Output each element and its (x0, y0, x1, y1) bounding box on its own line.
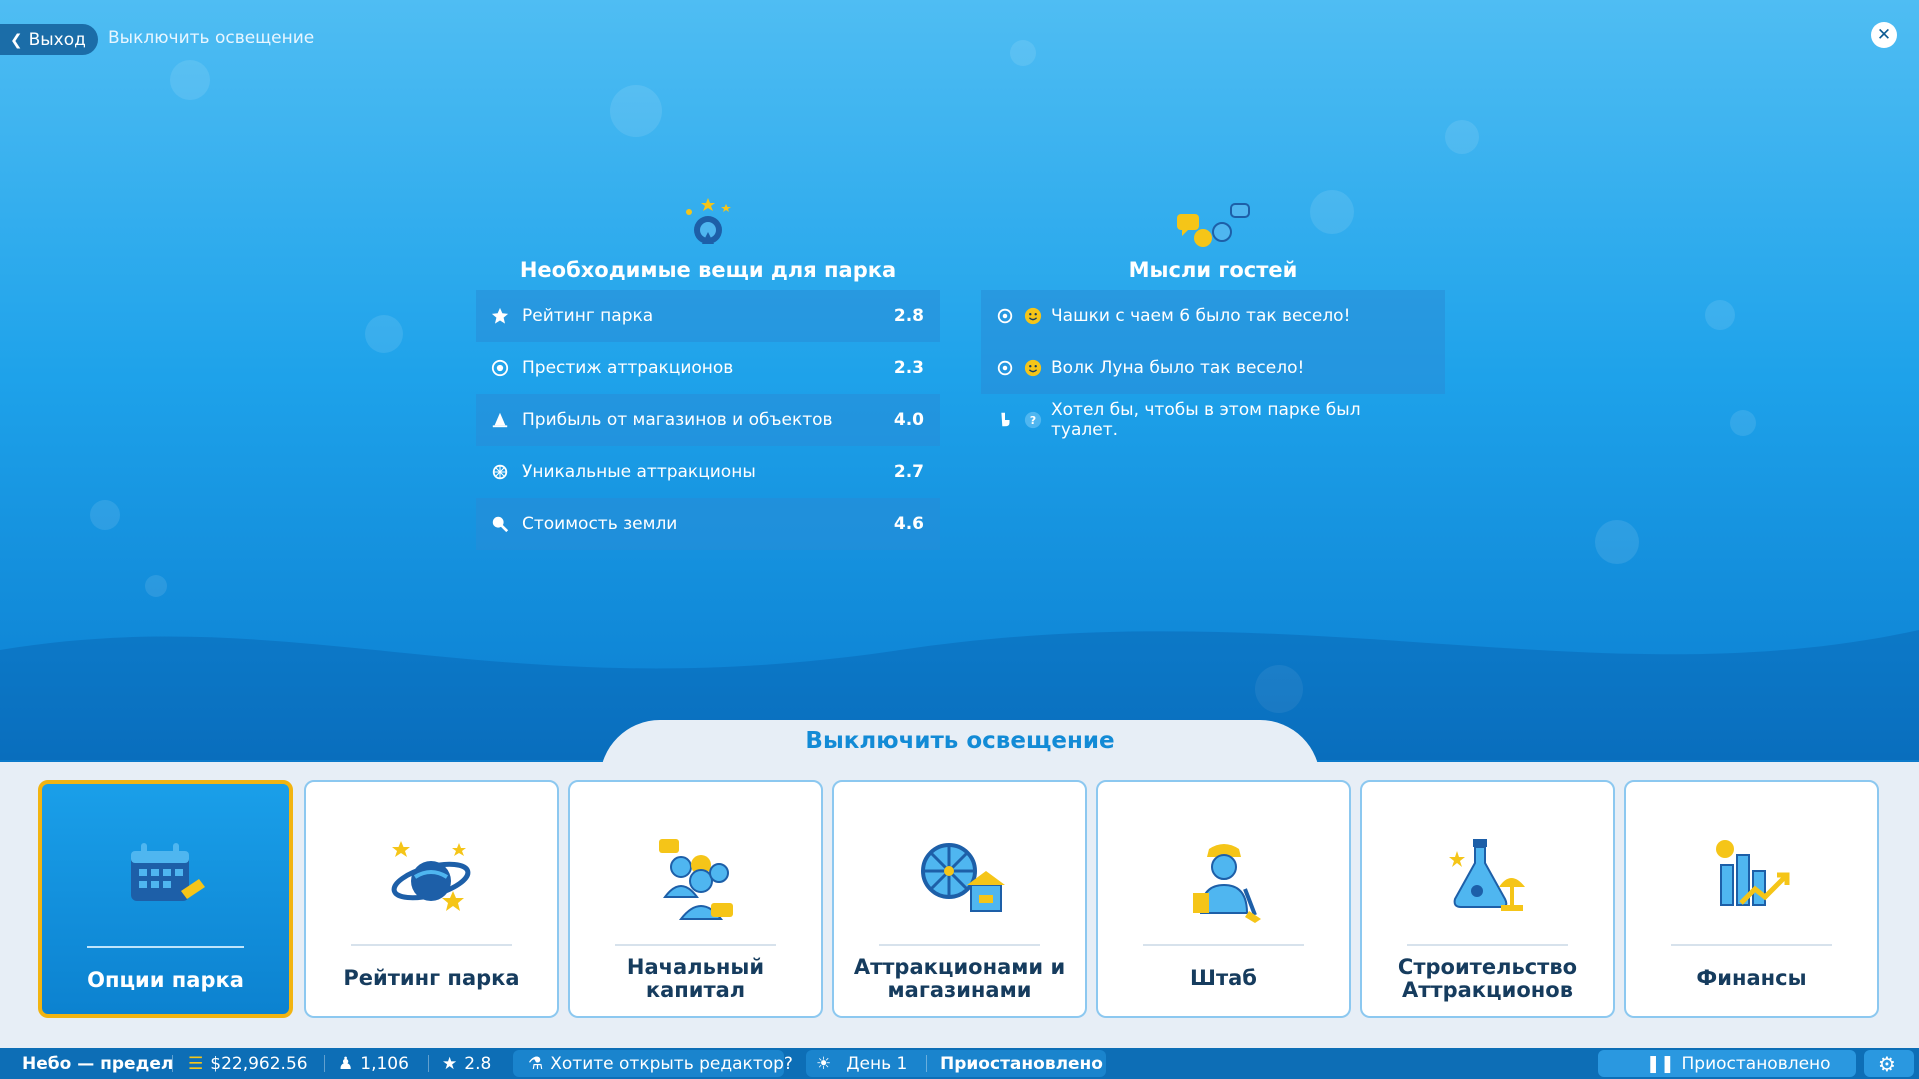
card-park-options[interactable]: Опции парка (38, 780, 293, 1018)
list-item: ? Хотел бы, чтобы в этом парке был туале… (981, 394, 1445, 446)
back-button[interactable]: ❮ Выход (0, 24, 98, 55)
need-value: 2.3 (893, 358, 924, 378)
card-label: Опции парка (87, 968, 244, 993)
card-divider (879, 944, 1040, 946)
park-needs-icon (476, 190, 940, 250)
list-item: Чашки с чаем 6 было так весело! (981, 290, 1445, 342)
editor-prompt[interactable]: ⚗ Хотите открыть редактор? (528, 1048, 793, 1079)
thought-text: Хотел бы, чтобы в этом парке был туалет. (1051, 400, 1361, 440)
calendar-icon (42, 839, 289, 929)
card-label: Строительство Аттракционов (1397, 954, 1578, 1002)
prestige-icon (490, 358, 510, 378)
park-name[interactable]: Небо — предел (22, 1048, 173, 1079)
back-label: Выход (28, 29, 86, 50)
planet-stars-icon (306, 837, 557, 927)
list-item: Стоимость земли 4.6 (476, 498, 940, 550)
pause-icon: ❚❚ (1646, 1053, 1675, 1074)
svg-text:?: ? (1030, 414, 1036, 427)
card-starting-capital[interactable]: Начальный капитал (568, 780, 823, 1018)
card-finances[interactable]: Финансы (1624, 780, 1879, 1018)
list-item: Волк Луна было так весело! (981, 342, 1445, 394)
park-name-label: Небо — предел (22, 1053, 174, 1074)
game-state-value: Приостановлено (940, 1053, 1103, 1074)
guest-thoughts-icon (981, 190, 1445, 250)
close-button[interactable]: ✕ (1871, 22, 1897, 48)
park-needs-title: Необходимые вещи для парка (519, 258, 897, 282)
park-rating[interactable]: ★ 2.8 (442, 1048, 491, 1079)
thought-text: Чашки с чаем 6 было так весело! (1051, 306, 1351, 326)
day-value: День 1 (846, 1053, 908, 1074)
card-staff[interactable]: Штаб (1096, 780, 1351, 1018)
unique-ride-icon (490, 462, 510, 482)
star-icon: ★ (442, 1053, 458, 1074)
guest-count[interactable]: ♟ 1,106 (338, 1048, 409, 1079)
land-value-icon (490, 514, 510, 534)
guests-icon (570, 837, 821, 927)
money-display[interactable]: ☰ $22,962.56 (188, 1048, 308, 1079)
guest-thoughts-panel: Мысли гостей Чашки с чаем 6 было так вес… (981, 190, 1445, 446)
card-divider (1407, 944, 1568, 946)
list-item: Рейтинг парка 2.8 (476, 290, 940, 342)
day-display: ☀ День 1 (816, 1048, 907, 1079)
card-park-rating[interactable]: Рейтинг парка (304, 780, 559, 1018)
need-label: Престиж аттракционов (522, 358, 734, 378)
need-label: Уникальные аттракционы (522, 462, 756, 482)
money-value: $22,962.56 (210, 1053, 308, 1074)
need-value: 2.8 (893, 306, 924, 326)
happy-face-icon (1023, 358, 1043, 378)
card-label: Рейтинг парка (343, 966, 520, 991)
chevron-left-icon: ❮ (10, 30, 23, 49)
bottom-title: Выключить освещение (805, 728, 1115, 754)
ride-icon (995, 306, 1015, 326)
card-ride-construction[interactable]: Строительство Аттракционов (1360, 780, 1615, 1018)
guests-icon: ♟ (338, 1053, 354, 1074)
card-label: Штаб (1190, 966, 1257, 991)
research-icon (1362, 837, 1613, 927)
card-divider (615, 944, 776, 946)
card-label: Начальный капитал (626, 954, 765, 1002)
gear-icon[interactable]: ⚙ (1878, 1048, 1896, 1079)
game-state: Приостановлено (940, 1048, 1103, 1079)
need-label: Рейтинг парка (522, 306, 654, 326)
card-divider (351, 944, 512, 946)
pause-display[interactable]: ❚❚ Приостановлено (1646, 1048, 1831, 1079)
ride-icon (995, 358, 1015, 378)
sun-icon: ☀ (816, 1053, 832, 1074)
flask-icon: ⚗ (528, 1053, 544, 1074)
need-label: Прибыль от магазинов и объектов (522, 410, 833, 430)
list-item: Престиж аттракционов 2.3 (476, 342, 940, 394)
card-divider (87, 946, 244, 948)
staff-icon (1098, 837, 1349, 927)
card-rides-shops[interactable]: Аттракционами и магазинами (832, 780, 1087, 1018)
status-bar: Небо — предел ☰ $22,962.56 ♟ 1,106 ★ 2.8… (0, 1048, 1919, 1079)
need-value: 4.0 (893, 410, 924, 430)
thought-text: Волк Луна было так весело! (1051, 358, 1305, 378)
need-label: Стоимость земли (522, 514, 678, 534)
list-item: Прибыль от магазинов и объектов 4.0 (476, 394, 940, 446)
happy-face-icon (1023, 306, 1043, 326)
card-divider (1143, 944, 1304, 946)
header-title: Выключить освещение (108, 28, 315, 48)
coins-icon: ☰ (188, 1053, 204, 1074)
card-label: Финансы (1696, 966, 1807, 991)
guest-thoughts-title: Мысли гостей (1128, 258, 1298, 282)
toilet-icon (995, 410, 1015, 430)
guest-count-value: 1,106 (360, 1053, 409, 1074)
need-value: 2.7 (893, 462, 924, 482)
pause-label: Приостановлено (1681, 1053, 1831, 1074)
finance-chart-icon (1626, 837, 1877, 927)
need-value: 4.6 (893, 514, 924, 534)
shop-profit-icon (490, 410, 510, 430)
ferris-shop-icon (834, 837, 1085, 927)
close-icon: ✕ (1876, 25, 1892, 45)
park-rating-value: 2.8 (464, 1053, 492, 1074)
park-needs-panel: Необходимые вещи для парка Рейтинг парка… (476, 190, 940, 550)
star-icon (490, 306, 510, 326)
editor-prompt-text: Хотите открыть редактор? (550, 1053, 793, 1074)
card-divider (1671, 944, 1832, 946)
list-item: Уникальные аттракционы 2.7 (476, 446, 940, 498)
question-icon: ? (1023, 410, 1043, 430)
card-label: Аттракционами и магазинами (853, 954, 1066, 1002)
